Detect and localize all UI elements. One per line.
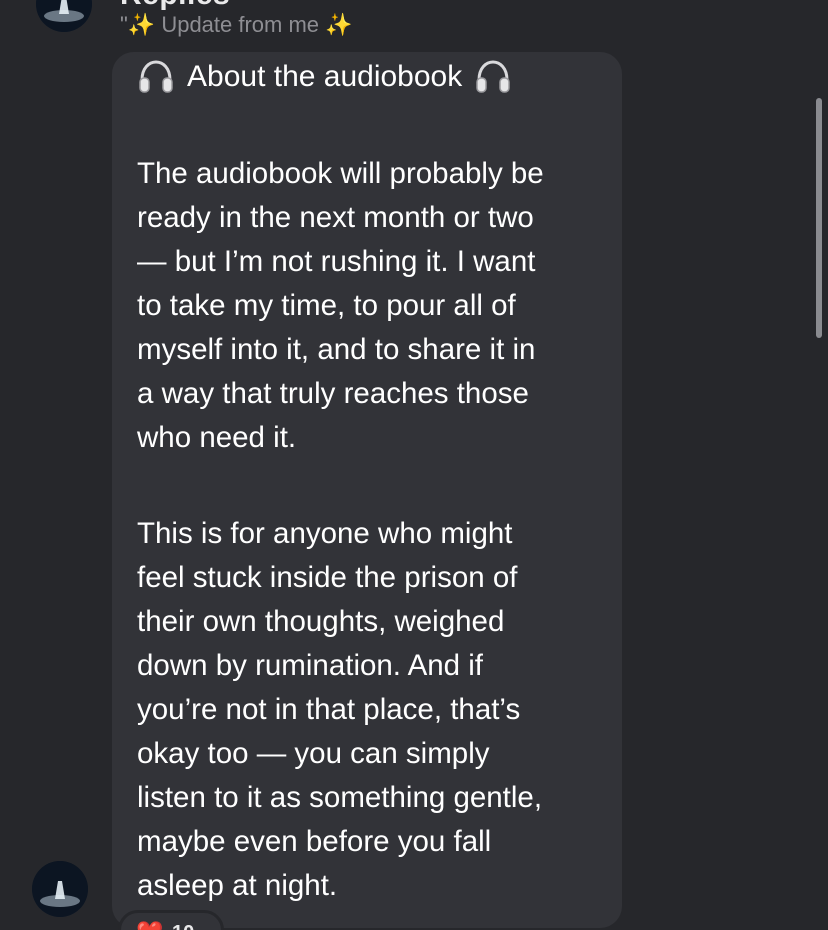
headphones-icon [137, 58, 175, 96]
message-line: you’re not in that place, that’s [137, 693, 521, 726]
message-paragraph-2: This is for anyone who might feel stuck … [137, 512, 542, 908]
message-line: — but I’m not rushing it. I want [137, 245, 536, 278]
replies-header: Replies [120, 0, 230, 12]
thread-screen: Replies "✨ Update from me ✨ About the au… [0, 0, 828, 930]
message-line: okay too — you can simply [137, 737, 490, 770]
avatar[interactable] [32, 861, 88, 917]
message-line: to take my time, to pour all of [137, 289, 516, 322]
message-line: a way that truly reaches those [137, 377, 529, 410]
message-line: down by rumination. And if [137, 649, 484, 682]
message-line: who need it. [137, 421, 297, 454]
heart-icon: ❤️ [136, 920, 163, 930]
message-line: The audiobook will probably be [137, 157, 544, 190]
message-line: asleep at night. [137, 869, 338, 902]
scrollbar[interactable] [816, 98, 822, 338]
message-line: listen to it as something gentle, [137, 781, 543, 814]
message-title-text: About the audiobook [187, 60, 463, 93]
reaction-count: 10 [172, 922, 194, 930]
message-line: feel stuck inside the prison of [137, 561, 518, 594]
reaction-pill[interactable] [118, 910, 224, 930]
message-line: This is for anyone who might [137, 517, 513, 550]
message-line: their own thoughts, weighed [137, 605, 505, 638]
message-line: ready in the next month or two [137, 201, 534, 234]
avatar[interactable] [36, 0, 92, 32]
headphones-icon [474, 58, 512, 96]
message-paragraph-1: The audiobook will probably be ready in … [137, 152, 544, 460]
message-title: About the audiobook [137, 58, 512, 96]
message-line: myself into it, and to share it in [137, 333, 536, 366]
message-line: maybe even before you fall [137, 825, 492, 858]
reply-preview[interactable]: "✨ Update from me ✨ [120, 12, 353, 38]
